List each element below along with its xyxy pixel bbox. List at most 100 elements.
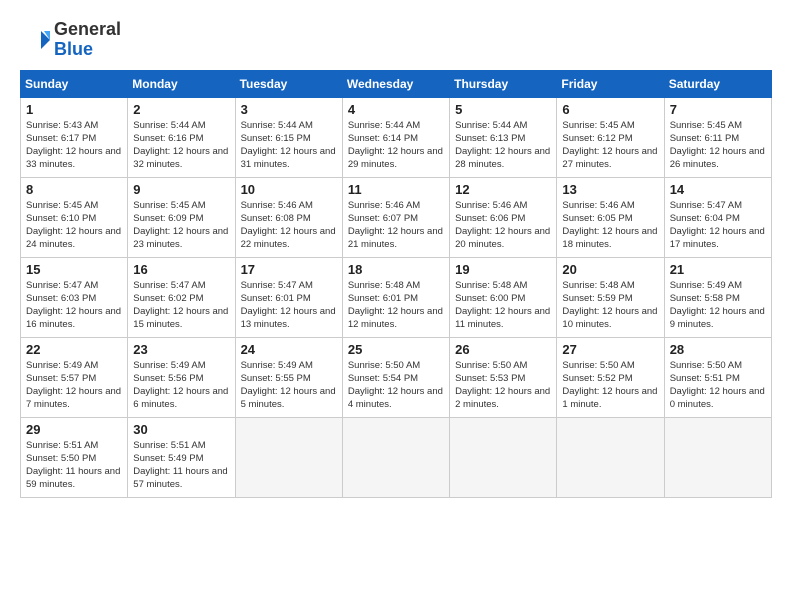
- day-number: 14: [670, 182, 766, 197]
- day-info: Sunrise: 5:48 AMSunset: 5:59 PMDaylight:…: [562, 279, 658, 332]
- day-cell: 5 Sunrise: 5:44 AMSunset: 6:13 PMDayligh…: [450, 97, 557, 177]
- day-cell: 6 Sunrise: 5:45 AMSunset: 6:12 PMDayligh…: [557, 97, 664, 177]
- header: General Blue: [20, 20, 772, 60]
- day-number: 4: [348, 102, 444, 117]
- day-info: Sunrise: 5:49 AMSunset: 5:56 PMDaylight:…: [133, 359, 229, 412]
- day-info: Sunrise: 5:50 AMSunset: 5:51 PMDaylight:…: [670, 359, 766, 412]
- day-number: 20: [562, 262, 658, 277]
- day-number: 8: [26, 182, 122, 197]
- day-info: Sunrise: 5:44 AMSunset: 6:16 PMDaylight:…: [133, 119, 229, 172]
- day-info: Sunrise: 5:45 AMSunset: 6:11 PMDaylight:…: [670, 119, 766, 172]
- day-cell: 12 Sunrise: 5:46 AMSunset: 6:06 PMDaylig…: [450, 177, 557, 257]
- day-info: Sunrise: 5:46 AMSunset: 6:08 PMDaylight:…: [241, 199, 337, 252]
- day-number: 2: [133, 102, 229, 117]
- week-row-1: 1 Sunrise: 5:43 AMSunset: 6:17 PMDayligh…: [21, 97, 772, 177]
- day-info: Sunrise: 5:46 AMSunset: 6:05 PMDaylight:…: [562, 199, 658, 252]
- day-info: Sunrise: 5:46 AMSunset: 6:07 PMDaylight:…: [348, 199, 444, 252]
- col-header-thursday: Thursday: [450, 70, 557, 97]
- logo-text: General Blue: [54, 20, 121, 60]
- day-number: 25: [348, 342, 444, 357]
- day-number: 18: [348, 262, 444, 277]
- day-info: Sunrise: 5:47 AMSunset: 6:03 PMDaylight:…: [26, 279, 122, 332]
- week-row-3: 15 Sunrise: 5:47 AMSunset: 6:03 PMDaylig…: [21, 257, 772, 337]
- day-number: 23: [133, 342, 229, 357]
- day-number: 12: [455, 182, 551, 197]
- day-cell: [450, 417, 557, 497]
- day-info: Sunrise: 5:51 AMSunset: 5:49 PMDaylight:…: [133, 439, 229, 492]
- day-cell: 21 Sunrise: 5:49 AMSunset: 5:58 PMDaylig…: [664, 257, 771, 337]
- day-number: 26: [455, 342, 551, 357]
- day-info: Sunrise: 5:49 AMSunset: 5:58 PMDaylight:…: [670, 279, 766, 332]
- day-info: Sunrise: 5:50 AMSunset: 5:53 PMDaylight:…: [455, 359, 551, 412]
- day-cell: 30 Sunrise: 5:51 AMSunset: 5:49 PMDaylig…: [128, 417, 235, 497]
- day-cell: 13 Sunrise: 5:46 AMSunset: 6:05 PMDaylig…: [557, 177, 664, 257]
- day-info: Sunrise: 5:49 AMSunset: 5:55 PMDaylight:…: [241, 359, 337, 412]
- day-cell: [235, 417, 342, 497]
- day-cell: 23 Sunrise: 5:49 AMSunset: 5:56 PMDaylig…: [128, 337, 235, 417]
- day-info: Sunrise: 5:44 AMSunset: 6:14 PMDaylight:…: [348, 119, 444, 172]
- day-cell: 11 Sunrise: 5:46 AMSunset: 6:07 PMDaylig…: [342, 177, 449, 257]
- day-number: 16: [133, 262, 229, 277]
- day-info: Sunrise: 5:45 AMSunset: 6:09 PMDaylight:…: [133, 199, 229, 252]
- day-cell: 25 Sunrise: 5:50 AMSunset: 5:54 PMDaylig…: [342, 337, 449, 417]
- day-number: 11: [348, 182, 444, 197]
- day-info: Sunrise: 5:45 AMSunset: 6:10 PMDaylight:…: [26, 199, 122, 252]
- day-info: Sunrise: 5:47 AMSunset: 6:04 PMDaylight:…: [670, 199, 766, 252]
- day-number: 27: [562, 342, 658, 357]
- day-cell: [664, 417, 771, 497]
- day-cell: 16 Sunrise: 5:47 AMSunset: 6:02 PMDaylig…: [128, 257, 235, 337]
- day-number: 10: [241, 182, 337, 197]
- day-info: Sunrise: 5:51 AMSunset: 5:50 PMDaylight:…: [26, 439, 122, 492]
- day-info: Sunrise: 5:50 AMSunset: 5:52 PMDaylight:…: [562, 359, 658, 412]
- day-cell: 4 Sunrise: 5:44 AMSunset: 6:14 PMDayligh…: [342, 97, 449, 177]
- col-header-sunday: Sunday: [21, 70, 128, 97]
- day-number: 3: [241, 102, 337, 117]
- week-row-2: 8 Sunrise: 5:45 AMSunset: 6:10 PMDayligh…: [21, 177, 772, 257]
- day-info: Sunrise: 5:44 AMSunset: 6:15 PMDaylight:…: [241, 119, 337, 172]
- day-info: Sunrise: 5:47 AMSunset: 6:01 PMDaylight:…: [241, 279, 337, 332]
- day-number: 29: [26, 422, 122, 437]
- day-number: 9: [133, 182, 229, 197]
- week-row-4: 22 Sunrise: 5:49 AMSunset: 5:57 PMDaylig…: [21, 337, 772, 417]
- logo: General Blue: [20, 20, 121, 60]
- day-info: Sunrise: 5:48 AMSunset: 6:01 PMDaylight:…: [348, 279, 444, 332]
- day-cell: 26 Sunrise: 5:50 AMSunset: 5:53 PMDaylig…: [450, 337, 557, 417]
- day-number: 6: [562, 102, 658, 117]
- logo-icon: [20, 25, 50, 55]
- col-header-tuesday: Tuesday: [235, 70, 342, 97]
- day-number: 15: [26, 262, 122, 277]
- day-number: 19: [455, 262, 551, 277]
- day-info: Sunrise: 5:48 AMSunset: 6:00 PMDaylight:…: [455, 279, 551, 332]
- day-cell: 8 Sunrise: 5:45 AMSunset: 6:10 PMDayligh…: [21, 177, 128, 257]
- day-cell: 9 Sunrise: 5:45 AMSunset: 6:09 PMDayligh…: [128, 177, 235, 257]
- day-number: 24: [241, 342, 337, 357]
- day-cell: 1 Sunrise: 5:43 AMSunset: 6:17 PMDayligh…: [21, 97, 128, 177]
- col-header-wednesday: Wednesday: [342, 70, 449, 97]
- header-row: SundayMondayTuesdayWednesdayThursdayFrid…: [21, 70, 772, 97]
- day-cell: 18 Sunrise: 5:48 AMSunset: 6:01 PMDaylig…: [342, 257, 449, 337]
- day-number: 1: [26, 102, 122, 117]
- day-cell: 22 Sunrise: 5:49 AMSunset: 5:57 PMDaylig…: [21, 337, 128, 417]
- day-info: Sunrise: 5:46 AMSunset: 6:06 PMDaylight:…: [455, 199, 551, 252]
- col-header-saturday: Saturday: [664, 70, 771, 97]
- day-info: Sunrise: 5:49 AMSunset: 5:57 PMDaylight:…: [26, 359, 122, 412]
- week-row-5: 29 Sunrise: 5:51 AMSunset: 5:50 PMDaylig…: [21, 417, 772, 497]
- day-number: 7: [670, 102, 766, 117]
- day-cell: 24 Sunrise: 5:49 AMSunset: 5:55 PMDaylig…: [235, 337, 342, 417]
- day-cell: 7 Sunrise: 5:45 AMSunset: 6:11 PMDayligh…: [664, 97, 771, 177]
- day-number: 21: [670, 262, 766, 277]
- calendar-table: SundayMondayTuesdayWednesdayThursdayFrid…: [20, 70, 772, 498]
- day-cell: 2 Sunrise: 5:44 AMSunset: 6:16 PMDayligh…: [128, 97, 235, 177]
- logo-general-text: General: [54, 19, 121, 39]
- day-info: Sunrise: 5:45 AMSunset: 6:12 PMDaylight:…: [562, 119, 658, 172]
- day-info: Sunrise: 5:50 AMSunset: 5:54 PMDaylight:…: [348, 359, 444, 412]
- day-cell: 14 Sunrise: 5:47 AMSunset: 6:04 PMDaylig…: [664, 177, 771, 257]
- day-number: 13: [562, 182, 658, 197]
- day-cell: [557, 417, 664, 497]
- day-cell: 28 Sunrise: 5:50 AMSunset: 5:51 PMDaylig…: [664, 337, 771, 417]
- day-cell: 27 Sunrise: 5:50 AMSunset: 5:52 PMDaylig…: [557, 337, 664, 417]
- col-header-monday: Monday: [128, 70, 235, 97]
- day-number: 28: [670, 342, 766, 357]
- day-number: 17: [241, 262, 337, 277]
- day-number: 22: [26, 342, 122, 357]
